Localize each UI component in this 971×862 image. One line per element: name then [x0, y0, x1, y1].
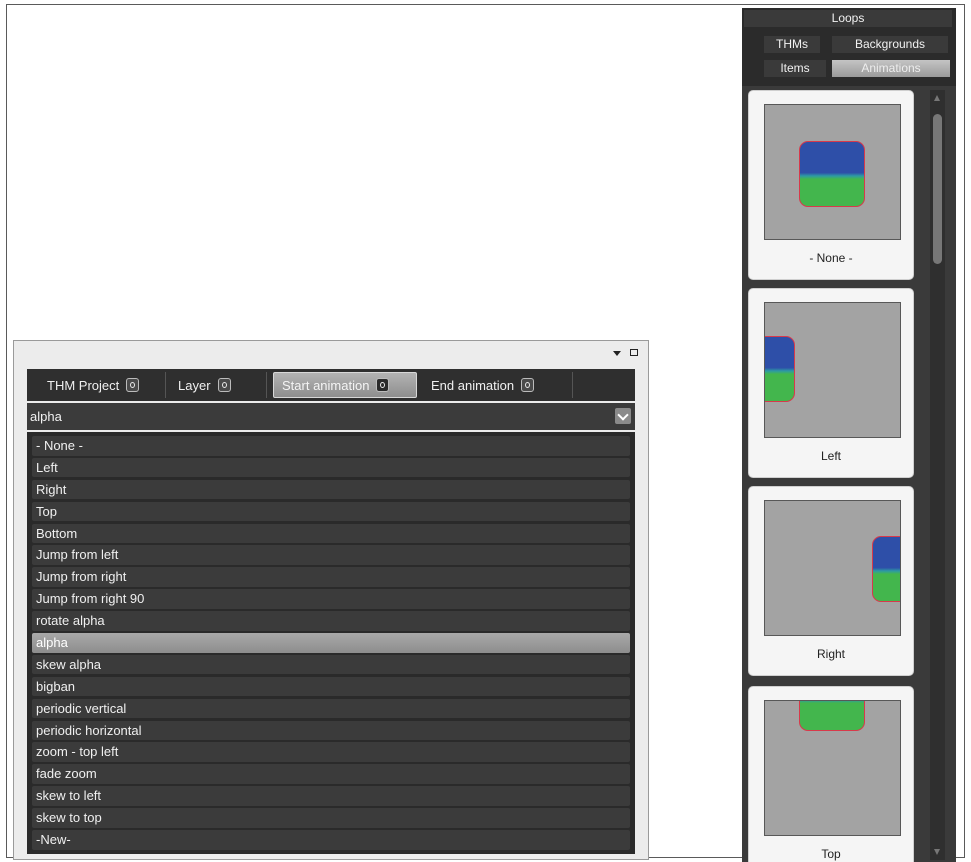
gear-icon: [217, 378, 231, 392]
tab-label: End animation: [431, 377, 515, 393]
gear-icon: [126, 378, 140, 392]
animation-list: - None - Left Right Top Bottom Jump from…: [27, 432, 635, 854]
thumbnail-none[interactable]: - None -: [748, 90, 914, 280]
animation-select-value: alpha: [30, 409, 62, 424]
list-item[interactable]: Right: [32, 479, 630, 500]
list-item[interactable]: periodic vertical: [32, 698, 630, 719]
gear-icon: [376, 378, 390, 392]
gear-icon: [521, 378, 535, 392]
dropdown-button[interactable]: [615, 408, 631, 424]
list-item[interactable]: Jump from right: [32, 567, 630, 587]
list-item[interactable]: Top: [32, 501, 630, 522]
thumbnail-preview: [764, 104, 901, 240]
thumbnail-gallery: - None - Left Right Top: [748, 90, 926, 862]
thumbnail-preview: [764, 302, 901, 438]
list-item[interactable]: periodic horizontal: [32, 720, 630, 741]
list-item[interactable]: Bottom: [32, 523, 630, 544]
tab-items[interactable]: Items: [764, 60, 826, 77]
list-item[interactable]: Jump from left: [32, 545, 630, 565]
panel-tabbar: THM Project Layer Start animation End an…: [27, 369, 635, 401]
thumbnail-left[interactable]: Left: [748, 288, 914, 478]
scroll-thumb[interactable]: [933, 114, 942, 264]
clip-shape: [765, 336, 795, 402]
list-item-selected[interactable]: alpha: [32, 633, 630, 653]
animation-panel: THM Project Layer Start animation End an…: [13, 340, 649, 860]
pin-icon[interactable]: [613, 351, 621, 356]
list-item[interactable]: Jump from right 90: [32, 589, 630, 609]
thumbnail-label: Right: [816, 647, 845, 661]
tab-thm-project[interactable]: THM Project: [39, 372, 166, 398]
clip-shape: [799, 701, 865, 731]
thumbnail-right[interactable]: Right: [748, 486, 914, 676]
thumbnail-preview: [764, 500, 901, 636]
list-item[interactable]: zoom - top left: [32, 742, 630, 762]
gallery-scrollbar[interactable]: [930, 90, 945, 860]
list-item[interactable]: bigban: [32, 676, 630, 697]
list-item[interactable]: skew alpha: [32, 654, 630, 675]
tab-end-animation[interactable]: End animation: [423, 372, 573, 398]
list-item[interactable]: fade zoom: [32, 764, 630, 784]
animation-select[interactable]: alpha: [27, 403, 635, 430]
library-tabs: Loops THMs Backgrounds Items Animations: [742, 8, 956, 86]
panel-controls: [613, 349, 638, 356]
tab-label: Layer: [178, 377, 211, 393]
list-item[interactable]: Left: [32, 457, 630, 478]
clip-shape: [799, 141, 865, 207]
list-item[interactable]: skew to left: [32, 786, 630, 806]
tab-loops[interactable]: Loops: [744, 10, 952, 27]
chevron-down-icon: [617, 408, 629, 421]
thumbnail-top[interactable]: Top: [748, 686, 914, 862]
tab-backgrounds[interactable]: Backgrounds: [832, 36, 948, 53]
thumbnail-label: Top: [821, 847, 841, 861]
tab-start-animation[interactable]: Start animation: [273, 372, 417, 398]
down-arrow-icon[interactable]: [934, 849, 940, 855]
thumbnail-preview: [764, 700, 901, 836]
tab-thms[interactable]: THMs: [764, 36, 820, 53]
library-panel: Loops THMs Backgrounds Items Animations …: [742, 8, 956, 862]
list-item[interactable]: -New-: [32, 830, 630, 850]
tab-label: Start animation: [282, 377, 370, 393]
thumbnail-label: - None -: [809, 251, 853, 265]
tab-label: THM Project: [47, 377, 120, 393]
tab-animations[interactable]: Animations: [832, 60, 950, 77]
clip-shape: [872, 536, 900, 602]
up-arrow-icon[interactable]: [934, 95, 940, 101]
list-item[interactable]: rotate alpha: [32, 611, 630, 631]
tab-layer[interactable]: Layer: [170, 372, 267, 398]
restore-icon[interactable]: [630, 349, 638, 356]
list-item[interactable]: skew to top: [32, 808, 630, 828]
thumbnail-label: Left: [820, 449, 841, 463]
list-item[interactable]: - None -: [32, 436, 630, 456]
